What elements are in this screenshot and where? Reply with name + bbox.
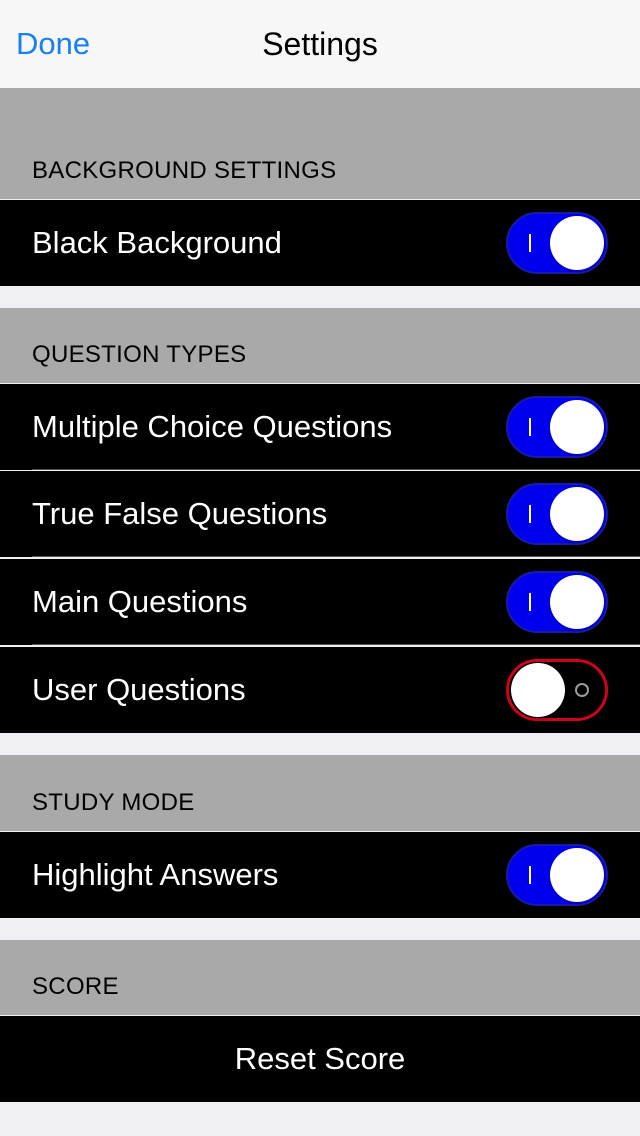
user-questions-toggle[interactable]: [506, 659, 608, 721]
section-header-label: STUDY MODE: [32, 789, 195, 816]
section-gap: [0, 918, 640, 940]
toggle-knob: [550, 848, 604, 902]
section-header-label: BACKGROUND SETTINGS: [32, 157, 337, 184]
navigation-bar: Done Settings: [0, 0, 640, 88]
toggle-on-indicator: [529, 866, 531, 884]
toggle-on-indicator: [529, 593, 531, 611]
toggle-on-indicator: [529, 505, 531, 523]
row-user-questions: User Questions: [0, 647, 640, 733]
highlight-answers-toggle[interactable]: [506, 844, 608, 906]
row-label: User Questions: [32, 672, 246, 707]
row-multiple-choice-questions: Multiple Choice Questions: [0, 384, 640, 470]
toggle-knob: [550, 400, 604, 454]
row-main-questions: Main Questions: [0, 559, 640, 645]
row-separator: [32, 556, 640, 557]
row-separator: [32, 644, 640, 645]
row-label: Multiple Choice Questions: [32, 409, 393, 444]
row-true-false-questions: True False Questions: [0, 471, 640, 557]
toggle-knob: [550, 487, 604, 541]
toggle-knob: [550, 575, 604, 629]
section-gap: [0, 286, 640, 308]
toggle-knob: [511, 663, 565, 717]
toggle-off-indicator: [575, 683, 589, 697]
section-gap: [0, 733, 640, 755]
toggle-on-indicator: [529, 418, 531, 436]
toggle-knob: [550, 216, 604, 270]
section-header-label: QUESTION TYPES: [32, 341, 247, 368]
section-header-score: SCORE: [0, 940, 640, 1015]
section-header-question-types: QUESTION TYPES: [0, 308, 640, 383]
section-header-label: SCORE: [32, 973, 119, 1000]
main-questions-toggle[interactable]: [506, 571, 608, 633]
row-label: Highlight Answers: [32, 857, 279, 892]
section-header-study-mode: STUDY MODE: [0, 755, 640, 831]
bottom-gap: [0, 1102, 640, 1136]
true-false-questions-toggle[interactable]: [506, 483, 608, 545]
row-label: Black Background: [32, 225, 282, 260]
section-header-background-settings: BACKGROUND SETTINGS: [0, 88, 640, 199]
reset-score-row[interactable]: Reset Score: [0, 1016, 640, 1102]
row-black-background: Black Background: [0, 200, 640, 286]
toggle-on-indicator: [529, 234, 531, 252]
row-highlight-answers: Highlight Answers: [0, 832, 640, 918]
multiple-choice-questions-toggle[interactable]: [506, 396, 608, 458]
page-title: Settings: [262, 26, 378, 62]
row-separator: [32, 469, 640, 470]
black-background-toggle[interactable]: [506, 212, 608, 274]
row-label: Main Questions: [32, 584, 248, 619]
reset-score-button[interactable]: Reset Score: [0, 1016, 640, 1102]
row-label: True False Questions: [32, 496, 328, 531]
